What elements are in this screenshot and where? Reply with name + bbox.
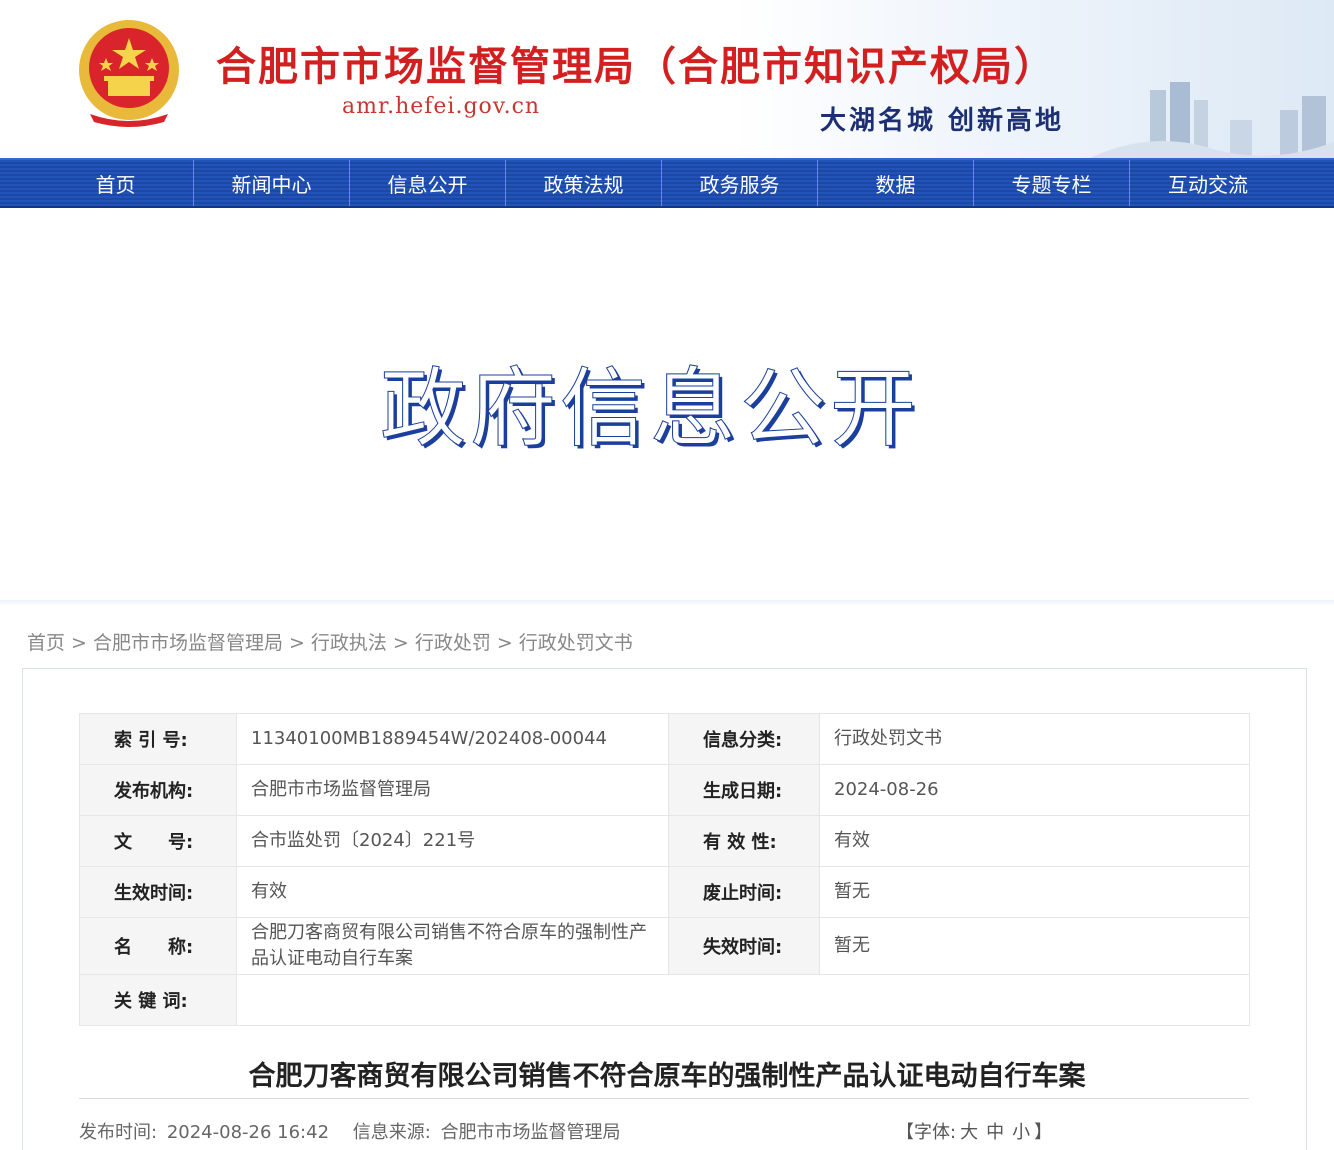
font-size-switcher: 【字体: 大中小】 <box>896 1118 1052 1144</box>
nav-item-news[interactable]: 新闻中心 <box>194 160 350 206</box>
breadcrumb-item-penalty[interactable]: 行政处罚 <box>415 632 491 654</box>
effective-time-label: 生效时间: <box>79 866 237 918</box>
main-nav: 首页 新闻中心 信息公开 政策法规 政务服务 数据 专题专栏 互动交流 <box>0 158 1334 208</box>
banner-divider <box>0 600 1334 606</box>
site-slogan: 大湖名城 创新高地 <box>820 106 1065 136</box>
doc-no-label: 文 号: <box>79 815 237 867</box>
font-small-button[interactable]: 小 <box>1012 1122 1030 1143</box>
expire-time-label: 失效时间: <box>668 917 820 975</box>
city-skyline-image <box>1090 82 1334 158</box>
font-large-button[interactable]: 大 <box>960 1122 978 1143</box>
document-meta-table: 索 引 号: 11340100MB1889454W/202408-00044 信… <box>79 713 1250 1026</box>
nav-item-info-disclosure[interactable]: 信息公开 <box>350 160 506 206</box>
index-no-value: 11340100MB1889454W/202408-00044 <box>236 713 669 765</box>
validity-label: 有 效 性: <box>668 815 820 867</box>
publisher-value: 合肥市市场监督管理局 <box>236 764 669 816</box>
national-emblem-icon <box>79 20 179 127</box>
repeal-time-value: 暂无 <box>819 866 1250 918</box>
category-value: 行政处罚文书 <box>819 713 1250 765</box>
expire-time-value: 暂无 <box>819 917 1250 975</box>
breadcrumb-separator: > <box>71 632 87 654</box>
effective-time-value: 有效 <box>236 866 669 918</box>
banner: 政府信息公开 <box>0 208 1334 604</box>
nav-item-home[interactable]: 首页 <box>38 160 194 206</box>
breadcrumb-separator: > <box>392 632 409 654</box>
site-title: 合肥市市场监督管理局（合肥市知识产权局） <box>216 43 1056 90</box>
publisher-label: 发布机构: <box>79 764 237 816</box>
breadcrumb-separator: > <box>288 632 305 654</box>
gen-date-value: 2024-08-26 <box>819 764 1250 816</box>
doc-no-value: 合市监处罚〔2024〕221号 <box>236 815 669 867</box>
font-size-label: 【字体: <box>896 1122 957 1143</box>
banner-title: 政府信息公开 <box>380 359 920 460</box>
table-row: 发布机构: 合肥市市场监督管理局 生成日期: 2024-08-26 <box>79 764 1250 816</box>
table-row: 生效时间: 有效 废止时间: 暂无 <box>79 866 1250 918</box>
name-label: 名 称: <box>79 917 237 975</box>
category-label: 信息分类: <box>668 713 820 765</box>
validity-value: 有效 <box>819 815 1250 867</box>
source-value: 合肥市市场监督管理局 <box>440 1122 621 1143</box>
font-size-label-close: 】 <box>1034 1122 1053 1143</box>
publish-info: 发布时间: 2024-08-26 16:42 信息来源: 合肥市市场监督管理局 <box>79 1118 625 1144</box>
repeal-time-label: 废止时间: <box>668 866 820 918</box>
table-row: 名 称: 合肥刀客商贸有限公司销售不符合原车的强制性产品认证电动自行车案 失效时… <box>79 917 1250 975</box>
table-row: 关 键 词: <box>79 974 1250 1026</box>
title-divider <box>79 1098 1249 1099</box>
gen-date-label: 生成日期: <box>668 764 820 816</box>
breadcrumb-item-penalty-docs[interactable]: 行政处罚文书 <box>519 632 633 654</box>
nav-item-policies[interactable]: 政策法规 <box>506 160 662 206</box>
keywords-value <box>236 974 1250 1026</box>
pub-time-value: 2024-08-26 16:42 <box>166 1122 330 1143</box>
keywords-label: 关 键 词: <box>79 974 237 1026</box>
site-header: 合肥市市场监督管理局（合肥市知识产权局） amr.hefei.gov.cn 大湖… <box>0 0 1334 158</box>
font-medium-button[interactable]: 中 <box>986 1122 1004 1143</box>
nav-item-special-topics[interactable]: 专题专栏 <box>974 160 1130 206</box>
table-row: 文 号: 合市监处罚〔2024〕221号 有 效 性: 有效 <box>79 815 1250 867</box>
nav-item-interaction[interactable]: 互动交流 <box>1130 160 1286 206</box>
name-value: 合肥刀客商贸有限公司销售不符合原车的强制性产品认证电动自行车案 <box>236 917 669 975</box>
article-title: 合肥刀客商贸有限公司销售不符合原车的强制性产品认证电动自行车案 <box>248 1061 1086 1092</box>
breadcrumb: 首页 > 合肥市市场监督管理局 > 行政执法 > 行政处罚 > 行政处罚文书 <box>27 628 633 655</box>
breadcrumb-item-enforcement[interactable]: 行政执法 <box>311 632 387 654</box>
breadcrumb-item-bureau[interactable]: 合肥市市场监督管理局 <box>93 632 283 654</box>
pub-time-label: 发布时间: <box>79 1122 158 1143</box>
breadcrumb-item-home[interactable]: 首页 <box>27 632 65 654</box>
table-row: 索 引 号: 11340100MB1889454W/202408-00044 信… <box>79 713 1250 765</box>
site-url: amr.hefei.gov.cn <box>342 94 541 119</box>
nav-item-data[interactable]: 数据 <box>818 160 974 206</box>
breadcrumb-separator: > <box>496 632 513 654</box>
index-no-label: 索 引 号: <box>79 713 237 765</box>
nav-item-gov-services[interactable]: 政务服务 <box>662 160 818 206</box>
source-label: 信息来源: <box>352 1122 431 1143</box>
